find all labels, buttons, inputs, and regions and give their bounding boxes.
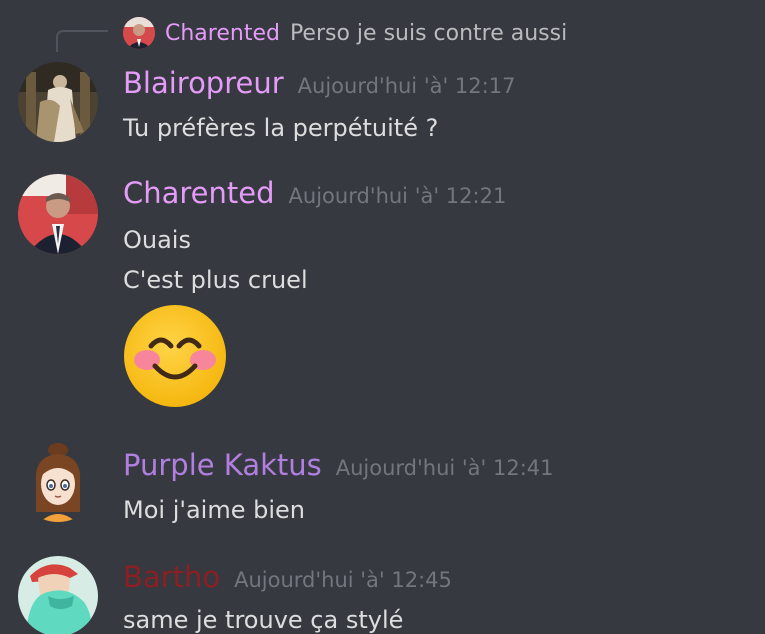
message-header: Bartho Aujourd'hui 'à' 12:45: [123, 560, 452, 594]
message-header: Charented Aujourd'hui 'à' 12:21: [123, 176, 506, 210]
message-text: C'est plus cruel: [123, 266, 308, 294]
message-timestamp[interactable]: Aujourd'hui 'à' 12:21: [289, 184, 507, 208]
reply-text[interactable]: Perso je suis contre aussi: [290, 21, 567, 46]
reply-author[interactable]: Charented: [165, 21, 280, 46]
reply-avatar[interactable]: [123, 17, 155, 49]
username-purple-kaktus[interactable]: Purple Kaktus: [123, 448, 322, 482]
username-bartho[interactable]: Bartho: [123, 560, 220, 594]
message-text: Moi j'aime bien: [123, 496, 305, 524]
message-header: Blairopreur Aujourd'hui 'à' 12:17: [123, 66, 515, 100]
avatar-charented[interactable]: [18, 174, 98, 254]
message-text: Ouais: [123, 226, 191, 254]
avatar-bartho[interactable]: [18, 556, 98, 634]
message-text: same je trouve ça stylé: [123, 606, 404, 634]
reply-reference[interactable]: Charented Perso je suis contre aussi: [123, 16, 567, 50]
avatar-blairopreur[interactable]: [18, 62, 98, 142]
username-blairopreur[interactable]: Blairopreur: [123, 66, 284, 100]
message-header: Purple Kaktus Aujourd'hui 'à' 12:41: [123, 448, 554, 482]
message-text: Tu préfères la perpétuité ?: [123, 114, 439, 142]
message-timestamp[interactable]: Aujourd'hui 'à' 12:17: [298, 74, 516, 98]
message-timestamp[interactable]: Aujourd'hui 'à' 12:41: [336, 456, 554, 480]
message-timestamp[interactable]: Aujourd'hui 'à' 12:45: [234, 568, 452, 592]
reply-connector-line: [56, 30, 108, 52]
blush-smile-emoji[interactable]: [123, 304, 227, 408]
avatar-purple-kaktus[interactable]: [18, 442, 98, 522]
chat-message-list: Charented Perso je suis contre aussi Bla…: [0, 0, 765, 634]
username-charented[interactable]: Charented: [123, 176, 275, 210]
